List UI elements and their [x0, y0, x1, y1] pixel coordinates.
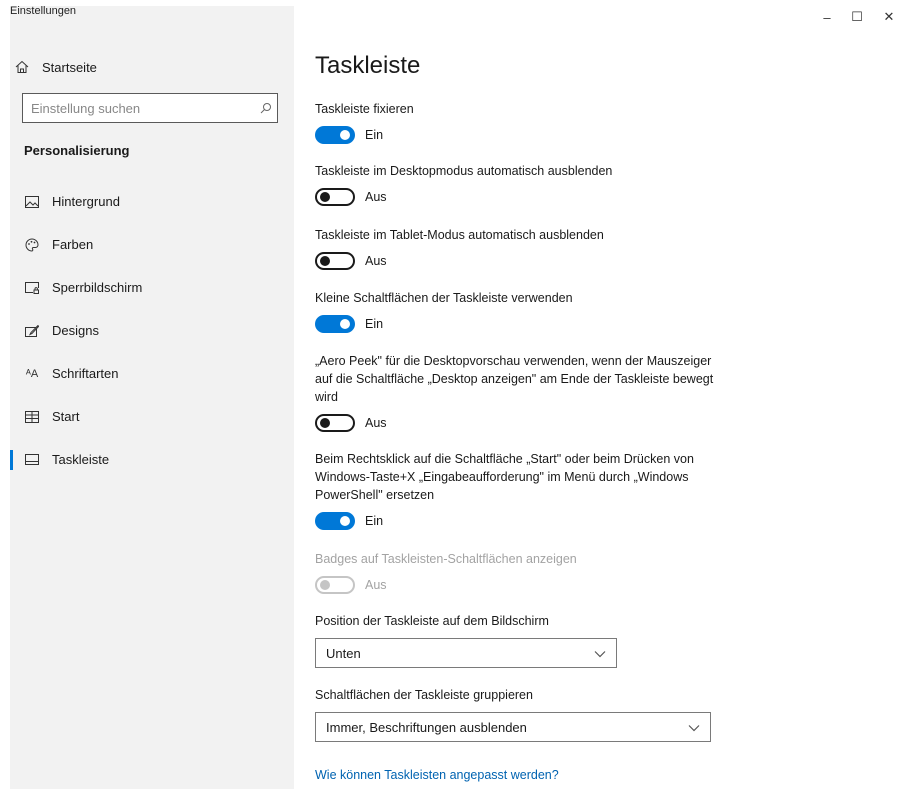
close-icon: ✕	[883, 9, 895, 24]
toggle-state: Aus	[365, 578, 387, 592]
maximize-icon: ☐	[851, 9, 863, 24]
start-icon	[24, 409, 40, 425]
font-icon: ᴬA	[25, 367, 39, 380]
sidebar-item-label: Designs	[52, 323, 99, 338]
minimize-button[interactable]: –	[810, 6, 844, 28]
sidebar-item-taskleiste[interactable]: Taskleiste	[10, 438, 294, 481]
sidebar-item-start[interactable]: Start	[10, 395, 294, 438]
sidebar-item-hintergrund[interactable]: Hintergrund	[10, 180, 294, 223]
sidebar-item-label: Schriftarten	[52, 366, 119, 381]
active-indicator	[10, 450, 13, 470]
dropdown-value: Immer, Beschriftungen ausblenden	[326, 719, 527, 735]
sidebar-item-label: Startseite	[42, 59, 97, 75]
sidebar-item-label: Start	[52, 409, 80, 424]
window-title: Einstellungen	[10, 5, 77, 17]
setting-label: Kleine Schaltflächen der Taskleiste verw…	[315, 291, 573, 305]
minimize-icon: –	[823, 9, 831, 25]
sidebar-item-home[interactable]: Startseite	[14, 54, 97, 80]
sidebar-item-farben[interactable]: Farben	[10, 223, 294, 266]
sidebar-item-sperrbildschirm[interactable]: Sperrbildschirm	[10, 266, 294, 309]
toggle-state: Aus	[365, 190, 387, 204]
toggle-switch[interactable]	[315, 414, 355, 432]
section-title: Personalisierung	[24, 143, 130, 158]
help-link[interactable]: Wie können Taskleisten angepasst werden?	[315, 768, 559, 782]
position-dropdown[interactable]: Unten	[315, 638, 617, 668]
toggle-switch[interactable]	[315, 252, 355, 270]
setting-autohide-tablet: Taskleiste im Tablet-Modus automatisch a…	[315, 226, 735, 270]
sidebar-item-label: Hintergrund	[52, 194, 120, 209]
setting-label: Badges auf Taskleisten-Schaltflächen anz…	[315, 552, 577, 566]
setting-powershell: Beim Rechtsklick auf die Schaltfläche „S…	[315, 450, 715, 530]
home-icon	[14, 59, 30, 75]
setting-aero-peek: „Aero Peek" für die Desktopvorschau verw…	[315, 352, 715, 432]
sidebar-nav: Hintergrund Farben Sperrbildschirm Desig…	[10, 180, 294, 481]
setting-grouping: Schaltflächen der Taskleiste gruppieren …	[315, 686, 711, 742]
grouping-dropdown[interactable]: Immer, Beschriftungen ausblenden	[315, 712, 711, 742]
maximize-button[interactable]: ☐	[840, 6, 874, 28]
setting-label: Taskleiste fixieren	[315, 102, 414, 116]
sidebar-item-label: Taskleiste	[52, 452, 110, 467]
sidebar-item-label: Sperrbildschirm	[52, 280, 143, 295]
sidebar-item-label: Farben	[52, 237, 94, 252]
palette-icon	[24, 237, 40, 253]
setting-badges: Badges auf Taskleisten-Schaltflächen anz…	[315, 550, 735, 594]
toggle-state: Aus	[365, 416, 387, 430]
sidebar-item-schriftarten[interactable]: ᴬA Schriftarten	[10, 352, 294, 395]
toggle-switch[interactable]	[315, 188, 355, 206]
chevron-down-icon	[594, 646, 606, 661]
page-title: Taskleiste	[315, 52, 421, 79]
close-button[interactable]: ✕	[872, 6, 904, 28]
chevron-down-icon	[688, 720, 700, 735]
toggle-state: Aus	[365, 254, 387, 268]
setting-autohide-desktop: Taskleiste im Desktopmodus automatisch a…	[315, 162, 735, 206]
setting-label: „Aero Peek" für die Desktopvorschau verw…	[315, 354, 714, 404]
image-icon	[24, 194, 40, 210]
toggle-switch[interactable]	[315, 315, 355, 333]
setting-small-buttons: Kleine Schaltflächen der Taskleiste verw…	[315, 289, 735, 333]
setting-label: Schaltflächen der Taskleiste gruppieren	[315, 688, 533, 702]
setting-position: Position der Taskleiste auf dem Bildschi…	[315, 612, 617, 668]
taskbar-icon	[24, 452, 40, 468]
setting-label: Taskleiste im Desktopmodus automatisch a…	[315, 164, 613, 178]
setting-label: Position der Taskleiste auf dem Bildschi…	[315, 614, 549, 628]
toggle-state: Ein	[365, 514, 384, 528]
search-input[interactable]	[23, 94, 255, 122]
setting-label: Beim Rechtsklick auf die Schaltfläche „S…	[315, 452, 694, 502]
setting-lock-taskbar: Taskleiste fixieren Ein	[315, 100, 735, 144]
toggle-state: Ein	[365, 317, 384, 331]
search-icon[interactable]	[255, 102, 277, 114]
lock-screen-icon	[24, 280, 40, 296]
toggle-switch[interactable]	[315, 126, 355, 144]
toggle-state: Ein	[365, 128, 384, 142]
brush-icon	[24, 323, 40, 339]
toggle-switch[interactable]	[315, 512, 355, 530]
dropdown-value: Unten	[326, 645, 361, 661]
toggle-switch	[315, 576, 355, 594]
sidebar-item-designs[interactable]: Designs	[10, 309, 294, 352]
search-box[interactable]	[22, 93, 278, 123]
setting-label: Taskleiste im Tablet-Modus automatisch a…	[315, 228, 604, 242]
